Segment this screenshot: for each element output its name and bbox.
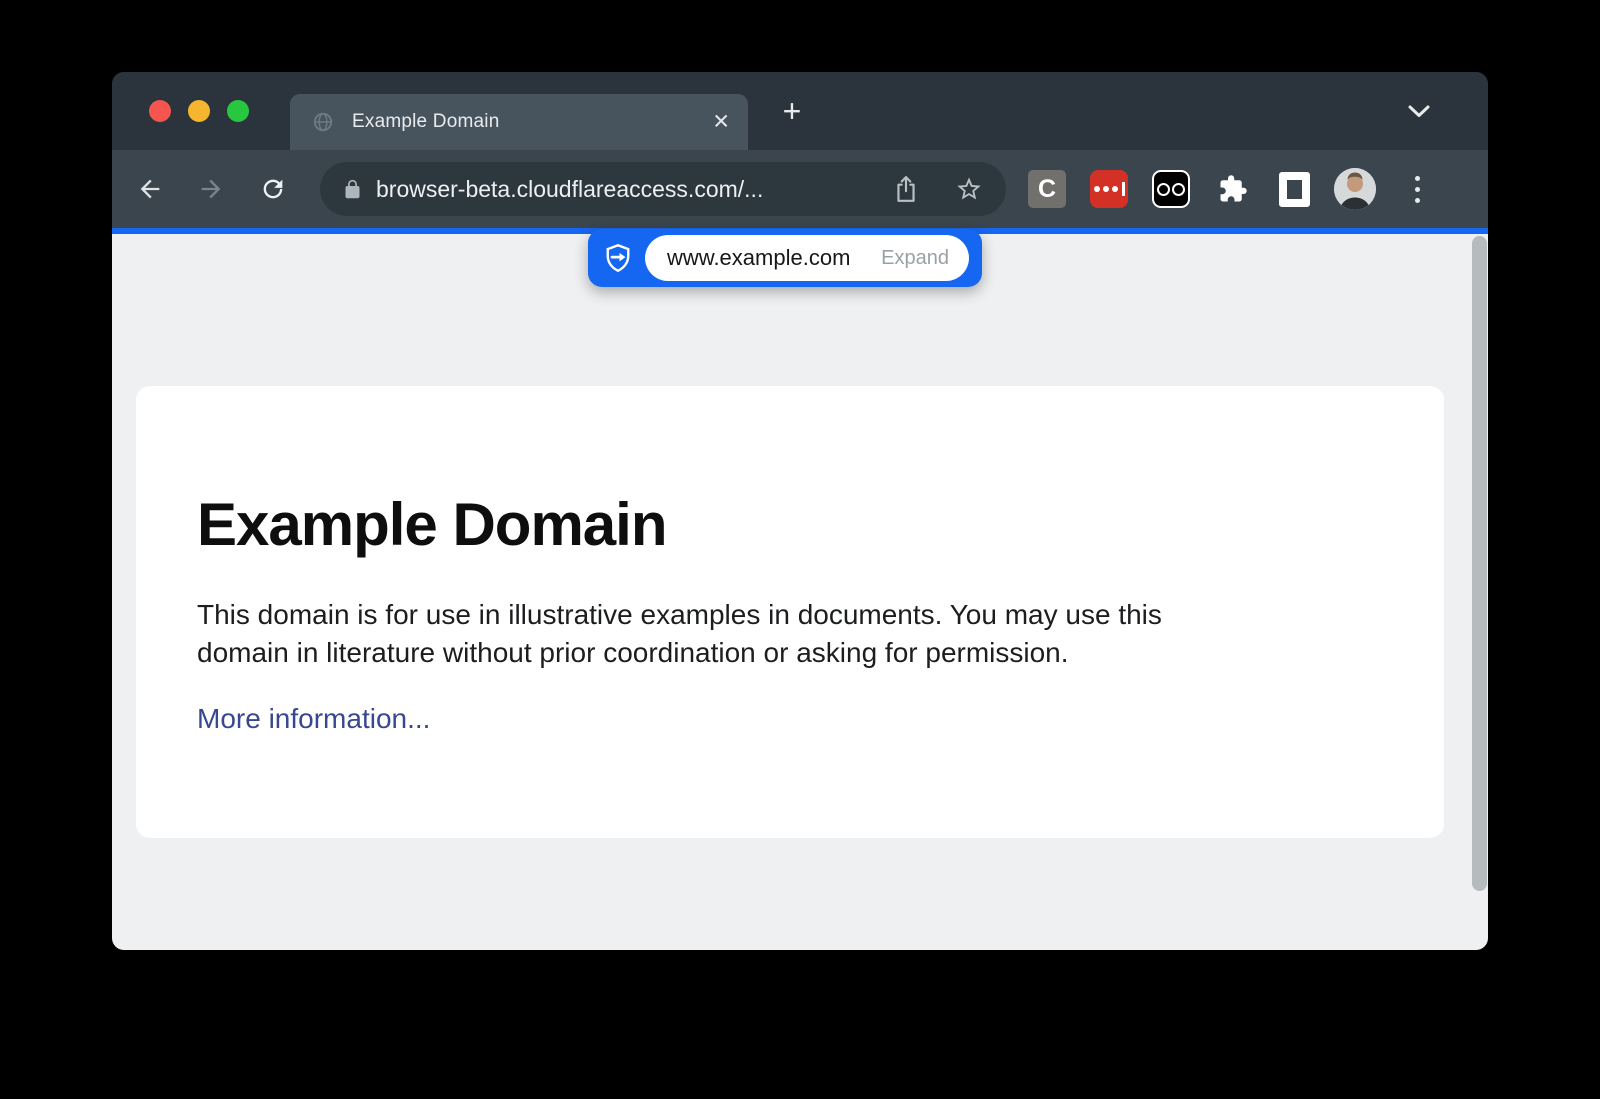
extensions-puzzle-button[interactable]: [1214, 170, 1252, 208]
isolation-domain-field: www.example.com Expand: [645, 235, 969, 281]
card-content: Example Domain This domain is for use in…: [136, 386, 1444, 735]
frame-icon: [1279, 172, 1310, 207]
reload-button[interactable]: [259, 175, 287, 203]
expand-button[interactable]: Expand: [881, 247, 949, 270]
isolated-domain-text: www.example.com: [667, 245, 850, 271]
profile-avatar-button[interactable]: [1334, 168, 1376, 210]
kebab-dot-icon: [1415, 176, 1420, 181]
example-domain-card: Example Domain This domain is for use in…: [136, 386, 1444, 838]
window-controls: [149, 100, 249, 122]
tab-example-domain[interactable]: Example Domain ✕: [290, 94, 748, 150]
more-information-link[interactable]: More information...: [197, 703, 430, 735]
back-button[interactable]: [136, 175, 164, 203]
kebab-dot-icon: [1415, 187, 1420, 192]
share-button[interactable]: [893, 175, 919, 203]
lastpass-bar-icon: [1122, 182, 1125, 196]
page-paragraph: This domain is for use in illustrative e…: [197, 596, 1237, 672]
tab-close-icon[interactable]: ✕: [712, 112, 730, 133]
lastpass-dot-icon: [1094, 186, 1100, 192]
tab-strip: Example Domain ✕ +: [112, 72, 1488, 150]
url-text: browser-beta.cloudflareaccess.com/...: [376, 176, 763, 203]
forward-button[interactable]: [197, 175, 225, 203]
frame-extension-button[interactable]: [1275, 170, 1313, 208]
plus-icon: +: [783, 93, 802, 130]
globe-icon: [312, 111, 334, 133]
window-close-button[interactable]: [149, 100, 171, 122]
tab-title: Example Domain: [352, 111, 499, 133]
glasses-lens-icon: [1157, 183, 1170, 196]
glasses-lens-icon: [1172, 183, 1185, 196]
window-minimize-button[interactable]: [188, 100, 210, 122]
avatar: [1334, 168, 1376, 210]
isolation-domain-pill: www.example.com Expand: [588, 229, 982, 287]
browser-window: Example Domain ✕ + browser-beta.cloudfla…: [112, 72, 1488, 950]
page-viewport: www.example.com Expand Example Domain Th…: [112, 234, 1488, 950]
lastpass-dot-icon: [1103, 186, 1109, 192]
tab-search-chevron-down-icon[interactable]: [1408, 104, 1430, 118]
c-extension-button[interactable]: C: [1028, 170, 1066, 208]
window-zoom-button[interactable]: [227, 100, 249, 122]
page-title: Example Domain: [197, 490, 1444, 559]
c-extension-label: C: [1038, 175, 1056, 204]
lock-icon: [342, 179, 363, 200]
lastpass-dot-icon: [1112, 186, 1118, 192]
new-tab-button[interactable]: +: [776, 72, 808, 150]
vertical-scrollbar-thumb[interactable]: [1472, 236, 1487, 891]
browser-menu-kebab-button[interactable]: [1408, 170, 1426, 208]
toolbar: browser-beta.cloudflareaccess.com/... C: [112, 150, 1488, 228]
glasses-extension-button[interactable]: [1152, 170, 1190, 208]
address-bar[interactable]: browser-beta.cloudflareaccess.com/...: [320, 162, 1006, 216]
lastpass-extension-button[interactable]: [1090, 170, 1128, 208]
shield-arrow-icon: [603, 243, 633, 273]
bookmark-star-button[interactable]: [955, 175, 983, 203]
kebab-dot-icon: [1415, 198, 1420, 203]
